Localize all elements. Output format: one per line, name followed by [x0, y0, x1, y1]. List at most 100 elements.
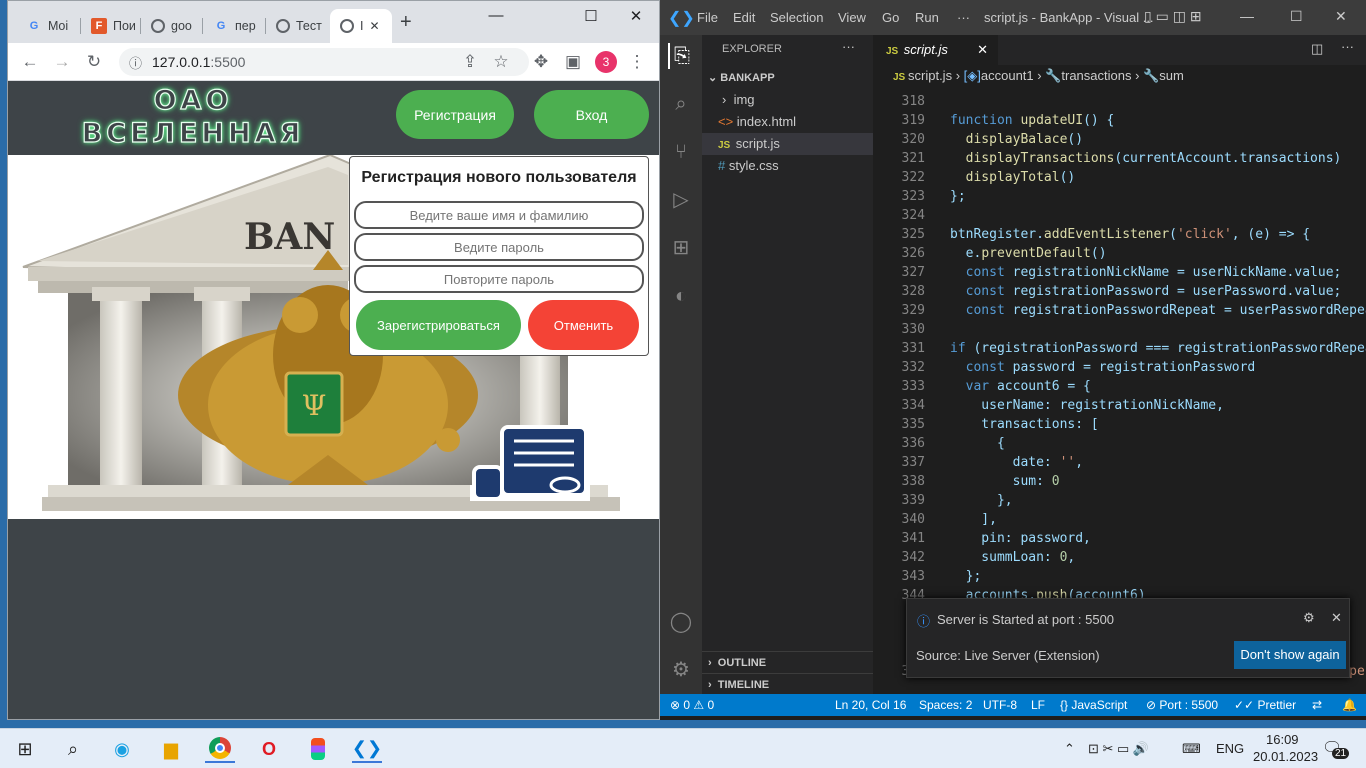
- code-line[interactable]: 343 };: [873, 567, 1366, 586]
- vscode-icon[interactable]: ❮❯: [352, 735, 382, 763]
- file-style-css[interactable]: # style.css: [702, 155, 873, 177]
- menu-more[interactable]: ···: [957, 10, 970, 25]
- explorer-icon[interactable]: ⎘: [668, 43, 694, 69]
- menu-selection[interactable]: Selection: [770, 10, 823, 25]
- run-debug-icon[interactable]: ▷: [668, 187, 694, 213]
- password-input[interactable]: [354, 233, 644, 261]
- tray-icons[interactable]: ⊡ ✂ ▭ 🔊: [1088, 741, 1149, 757]
- code-line[interactable]: 329 const registrationPasswordRepeat = u…: [873, 301, 1366, 320]
- folder-img[interactable]: › img: [702, 89, 873, 111]
- windows-start-icon[interactable]: ⊞: [10, 735, 40, 763]
- more-actions-icon[interactable]: ···: [842, 39, 855, 54]
- code-line[interactable]: 332 const password = registrationPasswor…: [873, 358, 1366, 377]
- code-line[interactable]: 319 function updateUI() {: [873, 111, 1366, 130]
- file-explorer-icon[interactable]: ▆: [156, 735, 186, 763]
- encoding-status[interactable]: UTF-8: [983, 698, 1017, 712]
- menu-view[interactable]: View: [838, 10, 866, 25]
- edge-icon[interactable]: ◐: [668, 283, 694, 309]
- code-line[interactable]: 324: [873, 206, 1366, 225]
- code-line[interactable]: 330: [873, 320, 1366, 339]
- project-folder[interactable]: ⌄ BANKAPP: [702, 67, 873, 89]
- code-line[interactable]: 335 transactions: [: [873, 415, 1366, 434]
- submit-registration-button[interactable]: Зарегистрироваться: [356, 300, 521, 350]
- share-icon[interactable]: ⇪: [459, 51, 481, 73]
- code-line[interactable]: 322 displayTotal(): [873, 168, 1366, 187]
- browser-tab-2[interactable]: F Пои: [81, 9, 141, 43]
- code-line[interactable]: 325 btnRegister.addEventListener('click',…: [873, 225, 1366, 244]
- close-window-icon[interactable]: ✕: [616, 7, 656, 27]
- dont-show-again-button[interactable]: Don't show again: [1234, 641, 1346, 669]
- minimize-icon[interactable]: —: [1240, 8, 1254, 24]
- maximize-icon[interactable]: ☐: [1290, 8, 1303, 25]
- notifications-icon[interactable]: 🔔: [1342, 698, 1357, 712]
- more-actions-icon[interactable]: ···: [1341, 39, 1354, 54]
- account-icon[interactable]: ◯: [668, 609, 694, 635]
- extensions-icon[interactable]: ✥: [530, 51, 552, 73]
- gear-icon[interactable]: ⚙: [1303, 610, 1315, 626]
- timeline-section[interactable]: › TIMELINE: [702, 673, 873, 695]
- close-tab-icon[interactable]: ✕: [977, 35, 988, 65]
- code-line[interactable]: 337 date: '',: [873, 453, 1366, 472]
- code-line[interactable]: 339 },: [873, 491, 1366, 510]
- profile-avatar[interactable]: 3: [595, 51, 617, 73]
- search-icon[interactable]: ⌕: [58, 735, 88, 763]
- close-icon[interactable]: ✕: [1331, 610, 1342, 626]
- opera-icon[interactable]: O: [254, 735, 284, 763]
- cancel-registration-button[interactable]: Отменить: [528, 300, 639, 350]
- code-line[interactable]: 340 ],: [873, 510, 1366, 529]
- outline-section[interactable]: › OUTLINE: [702, 651, 873, 673]
- chrome-icon[interactable]: [205, 735, 235, 763]
- new-tab-icon[interactable]: +: [400, 11, 412, 34]
- code-line[interactable]: 341 pin: password,: [873, 529, 1366, 548]
- code-line[interactable]: 321 displayTransactions(currentAccount.t…: [873, 149, 1366, 168]
- repeat-password-input[interactable]: [354, 265, 644, 293]
- split-editor-icon[interactable]: ◫: [1311, 41, 1323, 57]
- close-tab-icon[interactable]: ✕: [369, 19, 379, 33]
- menu-dots-icon[interactable]: ⋮: [626, 51, 648, 73]
- extensions-icon[interactable]: ⊞: [668, 235, 694, 261]
- breadcrumb-file[interactable]: script.js: [908, 68, 952, 83]
- prettier-status[interactable]: ✓✓ Prettier: [1234, 698, 1296, 712]
- keyboard-icon[interactable]: ⌨: [1182, 741, 1201, 757]
- browser-tab-5[interactable]: Тест: [266, 9, 330, 43]
- back-icon[interactable]: ←: [19, 51, 41, 73]
- source-control-icon[interactable]: ⑂: [668, 139, 694, 165]
- menu-run[interactable]: Run: [915, 10, 939, 25]
- code-line[interactable]: 334 userName: registrationNickName,: [873, 396, 1366, 415]
- edge-icon[interactable]: ◉: [107, 735, 137, 763]
- maximize-icon[interactable]: ☐: [571, 7, 611, 27]
- code-line[interactable]: 320 displayBalace(): [873, 130, 1366, 149]
- forward-icon[interactable]: →: [51, 51, 73, 73]
- code-line[interactable]: 338 sum: 0: [873, 472, 1366, 491]
- code-line[interactable]: 336 {: [873, 434, 1366, 453]
- search-icon[interactable]: ⌕: [668, 91, 694, 117]
- layout-icons[interactable]: ▯ ▭ ◫ ⊞: [1144, 8, 1202, 25]
- figma-icon[interactable]: [303, 735, 333, 763]
- bookmark-star-icon[interactable]: ☆: [490, 51, 512, 73]
- code-line[interactable]: 318: [873, 92, 1366, 111]
- browser-tab-3[interactable]: goo: [141, 9, 203, 43]
- reload-icon[interactable]: ↻: [83, 51, 105, 73]
- eol-status[interactable]: LF: [1031, 698, 1045, 712]
- close-window-icon[interactable]: ✕: [1335, 8, 1347, 25]
- accounts-icon[interactable]: ⇄: [1312, 698, 1322, 712]
- menu-go[interactable]: Go: [882, 10, 899, 25]
- cursor-position[interactable]: Ln 20, Col 16: [835, 698, 906, 712]
- clock-date[interactable]: 20.01.2023: [1253, 749, 1318, 764]
- indent-status[interactable]: Spaces: 2: [919, 698, 972, 712]
- tray-chevron-icon[interactable]: ⌃: [1064, 741, 1075, 757]
- breadcrumb-account[interactable]: account1: [981, 68, 1034, 83]
- browser-tab-active[interactable]: I ✕: [330, 9, 392, 43]
- file-index-html[interactable]: <> index.html: [702, 111, 873, 133]
- code-line[interactable]: 333 var account6 = {: [873, 377, 1366, 396]
- login-button[interactable]: Вход: [534, 90, 649, 139]
- menu-edit[interactable]: Edit: [733, 10, 755, 25]
- problems-status[interactable]: ⊗ 0 ⚠ 0: [670, 698, 714, 712]
- live-server-status[interactable]: ⊘ Port : 5500: [1146, 698, 1218, 712]
- side-panel-icon[interactable]: ▣: [562, 51, 584, 73]
- language-indicator[interactable]: ENG: [1216, 741, 1244, 756]
- browser-tab-1[interactable]: G Moi: [16, 9, 81, 43]
- menu-file[interactable]: File: [697, 10, 718, 25]
- language-status[interactable]: {} JavaScript: [1060, 698, 1127, 712]
- breadcrumb-transactions[interactable]: transactions: [1061, 68, 1131, 83]
